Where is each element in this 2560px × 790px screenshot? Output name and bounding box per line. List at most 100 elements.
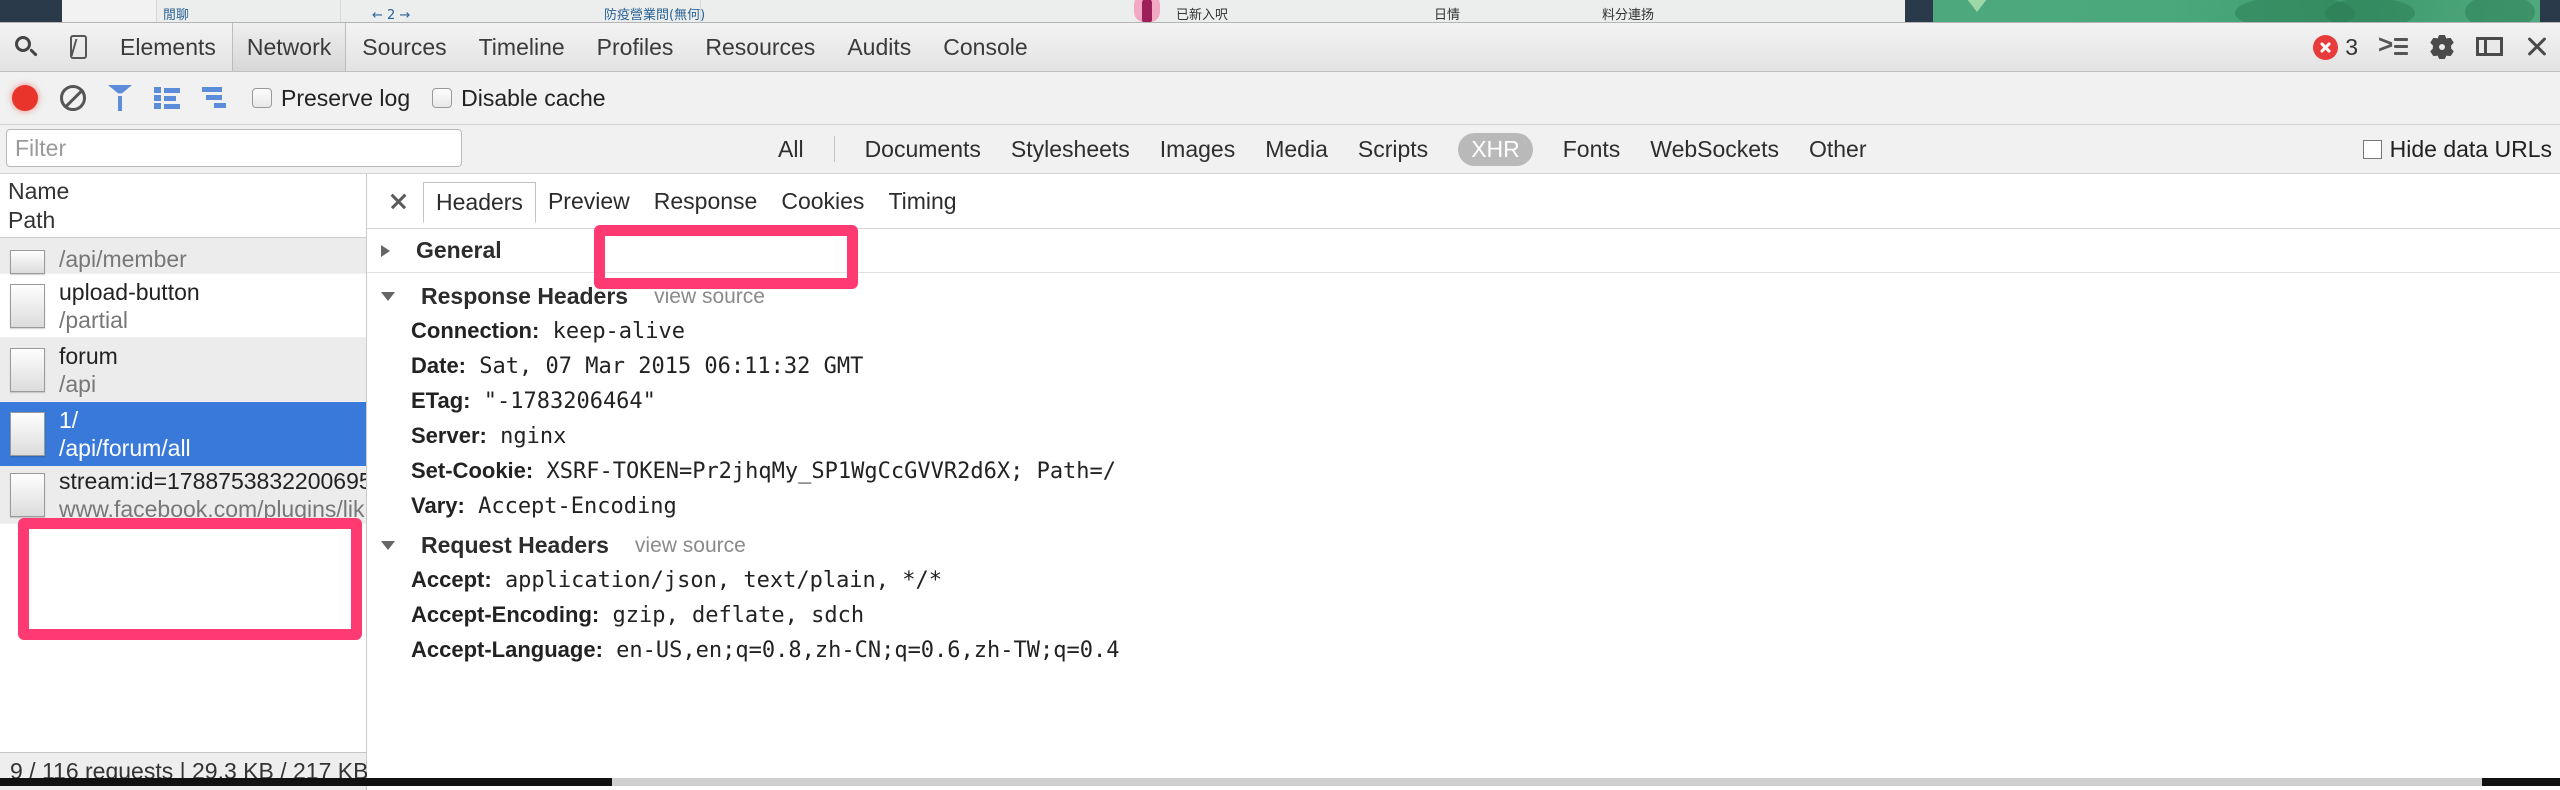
filter-other[interactable]: Other bbox=[1809, 136, 1867, 163]
filter-documents[interactable]: Documents bbox=[865, 136, 981, 163]
header-row: Accept-Encoding: gzip, deflate, sdch bbox=[381, 598, 2560, 633]
tab-cookies[interactable]: Cookies bbox=[769, 184, 876, 219]
table-row[interactable]: stream:id=1788753832200695&... www.faceb… bbox=[0, 466, 366, 524]
view-source-link[interactable]: view source bbox=[635, 534, 746, 558]
checkbox-box bbox=[432, 88, 453, 108]
row-name: upload-button bbox=[59, 278, 200, 305]
close-icon[interactable] bbox=[2524, 34, 2550, 60]
row-name: forum bbox=[59, 342, 118, 369]
dock-side-icon[interactable] bbox=[2476, 35, 2504, 59]
column-header-name[interactable]: Name bbox=[8, 177, 366, 206]
devtools-tabbar: Elements Network Sources Timeline Profil… bbox=[0, 23, 2560, 72]
column-header-path[interactable]: Path bbox=[8, 206, 366, 235]
row-path: /api bbox=[59, 370, 97, 397]
header-name: Accept-Language: bbox=[411, 637, 603, 662]
checkbox-box bbox=[2362, 139, 2382, 159]
preserve-log-label: Preserve log bbox=[281, 84, 411, 111]
header-name: Set-Cookie: bbox=[411, 458, 534, 483]
disable-cache-checkbox[interactable]: Disable cache bbox=[432, 85, 606, 112]
filter-all[interactable]: All bbox=[778, 136, 804, 163]
tab-timing[interactable]: Timing bbox=[876, 184, 968, 219]
header-name: Connection: bbox=[411, 318, 540, 343]
error-count-badge[interactable]: 3 bbox=[2313, 34, 2358, 61]
clear-icon[interactable] bbox=[60, 85, 86, 111]
horizontal-scrollbar[interactable] bbox=[612, 778, 2482, 786]
waterfall-icon[interactable] bbox=[202, 87, 230, 109]
tab-sources[interactable]: Sources bbox=[346, 28, 462, 66]
error-icon bbox=[2313, 34, 2339, 60]
table-row[interactable]: upload-button /partial bbox=[0, 274, 366, 338]
general-section[interactable]: General bbox=[367, 229, 2560, 268]
header-row: Connection: keep-alive bbox=[381, 314, 2560, 349]
request-rows: /api/member upload-button /partial forum bbox=[0, 238, 366, 524]
settings-gear-icon[interactable] bbox=[2428, 33, 2456, 61]
search-icon bbox=[15, 36, 37, 58]
page-divider-1 bbox=[156, 0, 157, 22]
tab-timeline[interactable]: Timeline bbox=[463, 28, 581, 66]
row-name: stream:id=1788753832200695&... bbox=[59, 467, 366, 494]
chevron-down-icon[interactable] bbox=[381, 292, 395, 301]
preserve-log-checkbox[interactable]: Preserve log bbox=[252, 85, 410, 112]
close-detail-icon[interactable] bbox=[381, 184, 415, 218]
tab-elements[interactable]: Elements bbox=[104, 28, 232, 66]
filter-bar: Filter All Documents Stylesheets Images … bbox=[0, 125, 2560, 174]
page-sidebar-edge bbox=[0, 0, 62, 22]
filter-websockets[interactable]: WebSockets bbox=[1650, 136, 1779, 163]
divider bbox=[367, 272, 2560, 273]
page-link-chat[interactable]: 閒聊 bbox=[163, 9, 189, 22]
page-white-block bbox=[62, 0, 156, 22]
table-row[interactable]: forum /api bbox=[0, 338, 366, 402]
tab-network[interactable]: Network bbox=[231, 23, 347, 71]
request-list-header: Name Path bbox=[0, 174, 366, 238]
general-title: General bbox=[416, 237, 502, 263]
page-pagination[interactable]: ← 2 → bbox=[372, 9, 410, 22]
row-name: 1/ bbox=[59, 406, 79, 433]
header-name: Accept-Encoding: bbox=[411, 602, 600, 627]
filter-media[interactable]: Media bbox=[1265, 136, 1328, 163]
filter-icon[interactable] bbox=[108, 85, 132, 111]
device-mode-button[interactable] bbox=[52, 23, 104, 71]
record-icon[interactable] bbox=[12, 85, 38, 111]
tab-audits[interactable]: Audits bbox=[831, 28, 927, 66]
filter-images[interactable]: Images bbox=[1160, 136, 1235, 163]
page-content-strip: 閒聊 ← 2 → 防疫營業問(無何) 已新入呎 日情 料分連扬 bbox=[0, 0, 2560, 22]
header-value: "-1783206464" bbox=[483, 389, 656, 414]
header-name: ETag: bbox=[411, 388, 471, 413]
tab-response[interactable]: Response bbox=[642, 184, 770, 219]
page-link-topic[interactable]: 防疫營業問(無何) bbox=[604, 9, 705, 22]
tab-profiles[interactable]: Profiles bbox=[581, 28, 690, 66]
header-value: en-US,en;q=0.8,zh-CN;q=0.6,zh-TW;q=0.4 bbox=[616, 638, 1120, 663]
row-path: /api/forum/all bbox=[59, 434, 191, 461]
header-value: Accept-Encoding bbox=[478, 494, 677, 519]
filter-fonts[interactable]: Fonts bbox=[1563, 136, 1621, 163]
chevron-down-icon[interactable] bbox=[381, 541, 395, 550]
header-name: Server: bbox=[411, 423, 487, 448]
filter-scripts[interactable]: Scripts bbox=[1358, 136, 1428, 163]
list-view-icon[interactable] bbox=[154, 87, 180, 109]
filter-stylesheets[interactable]: Stylesheets bbox=[1011, 136, 1130, 163]
tab-headers[interactable]: Headers bbox=[423, 181, 536, 223]
filter-xhr[interactable]: XHR bbox=[1458, 132, 1533, 166]
header-row: ETag: "-1783206464" bbox=[381, 384, 2560, 419]
file-icon bbox=[10, 472, 45, 517]
table-row-selected[interactable]: 1/ /api/forum/all bbox=[0, 402, 366, 466]
tab-console[interactable]: Console bbox=[927, 28, 1043, 66]
tab-preview[interactable]: Preview bbox=[536, 184, 642, 219]
inspect-element-button[interactable] bbox=[0, 23, 52, 71]
table-row[interactable]: /api/member bbox=[0, 238, 366, 274]
tab-resources[interactable]: Resources bbox=[689, 28, 831, 66]
checkbox-box bbox=[252, 88, 272, 108]
page-banner-edge-left bbox=[1905, 0, 1933, 22]
request-headers-section: Request Headers view source Accept: appl… bbox=[367, 524, 2560, 668]
header-value: XSRF-TOKEN=Pr2jhqMy_SP1WgCcGVVR2d6X; Pat… bbox=[546, 459, 1117, 484]
filter-input[interactable]: Filter bbox=[6, 129, 462, 167]
hide-data-urls-checkbox[interactable]: Hide data URLs bbox=[2362, 125, 2552, 173]
hide-data-urls-label: Hide data URLs bbox=[2389, 135, 2552, 162]
avatar bbox=[1134, 0, 1160, 22]
drawer-toggle-button[interactable] bbox=[2378, 29, 2408, 60]
chevron-right-icon[interactable] bbox=[381, 244, 390, 257]
page-label-1: 已新入呎 bbox=[1176, 8, 1229, 22]
screenshot-root: 閒聊 ← 2 → 防疫營業問(無何) 已新入呎 日情 料分連扬 Elements… bbox=[0, 0, 2560, 790]
header-value: keep-alive bbox=[552, 319, 686, 344]
view-source-link[interactable]: view source bbox=[654, 285, 765, 309]
